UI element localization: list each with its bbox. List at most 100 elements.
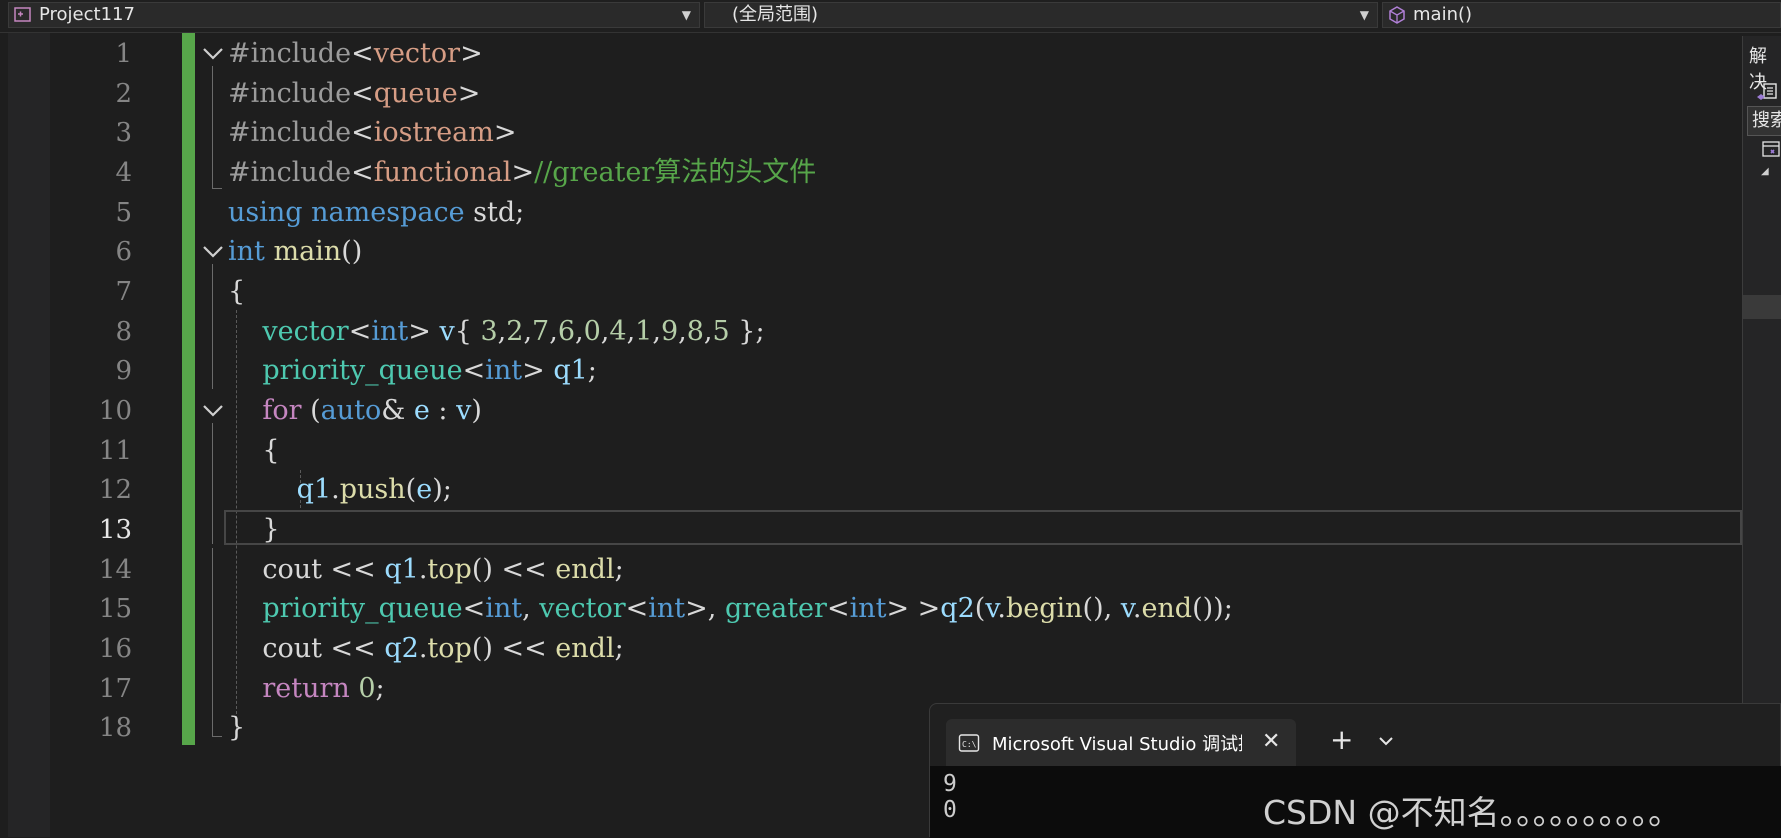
code-token: endl (555, 633, 615, 664)
code-token: < (351, 117, 374, 148)
code-token: ; (614, 554, 624, 585)
code-token: , (626, 316, 636, 347)
code-token: < (351, 38, 374, 69)
code-token: () (341, 236, 363, 267)
code-token: using (228, 197, 303, 228)
code-token: , (652, 316, 661, 347)
code-token: top (427, 554, 472, 585)
line-number: 7 (115, 277, 132, 307)
code-line[interactable]: q1.push(e); (228, 470, 452, 510)
glyph-margin (8, 33, 50, 837)
collapse-chevron-icon[interactable] (201, 240, 225, 264)
code-token: > (408, 316, 440, 347)
scope-dropdown[interactable]: (全局范围) ▼ (704, 2, 1378, 28)
code-token: ); (432, 474, 452, 505)
code-token: int (849, 593, 887, 624)
outline-line (212, 264, 213, 389)
collapse-chevron-icon[interactable] (201, 399, 225, 423)
code-token: queue (373, 78, 458, 109)
code-line[interactable]: #include<iostream> (228, 113, 517, 153)
saved-changes-bar (182, 33, 195, 745)
code-line[interactable]: int main() (228, 232, 362, 272)
code-token: > (460, 38, 483, 69)
collapse-chevron-icon[interactable] (201, 42, 225, 66)
code-line[interactable]: { (228, 431, 280, 471)
code-token: , (497, 316, 507, 347)
code-token: 0 (358, 673, 376, 704)
code-token: { (228, 435, 280, 466)
code-token: , (523, 316, 533, 347)
navigation-bar: Project117 ▼ (全局范围) ▼ main() (0, 0, 1781, 33)
code-line[interactable]: priority_queue<int> q1; (228, 351, 597, 391)
code-token: 3 (480, 316, 498, 347)
line-number: 10 (98, 396, 132, 426)
line-number: 6 (115, 237, 132, 267)
console-output-line: 0 (943, 797, 957, 823)
code-line[interactable]: using namespace std; (228, 193, 524, 233)
code-token: iostream (373, 117, 494, 148)
code-token: top (427, 633, 472, 664)
line-number: 15 (98, 594, 132, 624)
code-line[interactable]: cout << q2.top() << endl; (228, 629, 623, 669)
code-token: q1 (296, 474, 332, 505)
code-line[interactable]: for (auto& e : v) (228, 391, 482, 431)
code-token: . (997, 593, 1006, 624)
chevron-down-icon: ▼ (681, 8, 691, 22)
code-line[interactable]: } (228, 510, 279, 550)
code-line[interactable]: priority_queue<int, vector<int>, greater… (228, 589, 1232, 629)
expand-triangle-icon[interactable]: ◢ (1761, 166, 1769, 177)
code-token: < (462, 355, 486, 386)
code-token: ( (301, 395, 321, 426)
code-token: q1 (384, 554, 419, 585)
code-token: q1 (553, 355, 588, 386)
line-number: 2 (115, 79, 132, 109)
console-tab[interactable]: C:\ Microsoft Visual Studio 调试控 ✕ (946, 719, 1296, 766)
code-token: vector (539, 593, 626, 624)
code-token: (), (1082, 593, 1121, 624)
code-line[interactable]: return 0; (228, 669, 384, 709)
code-token: greater (724, 593, 827, 624)
code-token: < (625, 593, 649, 624)
console-tab-title: Microsoft Visual Studio 调试控 (992, 733, 1242, 755)
solution-explorer-icon[interactable] (1755, 82, 1779, 104)
code-token: > > (886, 593, 941, 624)
code-line[interactable]: } (228, 708, 245, 748)
outline-line (212, 548, 213, 736)
code-token: #include (228, 117, 352, 148)
selected-tree-row[interactable] (1743, 295, 1781, 319)
line-number: 12 (98, 475, 132, 505)
close-icon[interactable]: ✕ (1262, 729, 1280, 754)
line-number: 9 (115, 356, 132, 386)
solution-icon[interactable] (1761, 140, 1781, 160)
code-token: v (1120, 593, 1133, 624)
code-token: main (273, 236, 342, 267)
line-number: 11 (98, 436, 132, 466)
code-token: < (826, 593, 850, 624)
code-line[interactable]: vector<int> v{ 3,2,7,6,0,4,1,9,8,5 }; (228, 312, 764, 352)
code-line[interactable]: #include<functional>//greater算法的头文件 (228, 153, 816, 193)
member-dropdown[interactable]: main() (1382, 2, 1781, 28)
code-token: 6 (557, 316, 575, 347)
code-token: begin (1005, 593, 1083, 624)
code-token: namespace (311, 197, 465, 228)
line-number: 16 (98, 634, 132, 664)
line-number-current: 13 (98, 515, 132, 545)
code-token: > (457, 78, 481, 109)
code-token: v (456, 395, 472, 426)
code-line[interactable]: { (228, 272, 245, 312)
code-line[interactable]: cout << q1.top() << endl; (228, 550, 624, 590)
code-token: & (381, 395, 414, 426)
code-token: , (575, 316, 584, 347)
search-solution-input[interactable]: 搜索 (1747, 106, 1781, 136)
project-dropdown[interactable]: Project117 ▼ (8, 2, 700, 28)
new-tab-icon[interactable]: + (1330, 724, 1353, 756)
code-line[interactable]: #include<queue> (228, 74, 480, 114)
code-token: e (413, 395, 430, 426)
code-token: () << (471, 633, 556, 664)
chevron-down-icon[interactable] (1378, 735, 1394, 747)
code-token: v (439, 316, 455, 347)
code-line[interactable]: #include<vector> (228, 34, 483, 74)
